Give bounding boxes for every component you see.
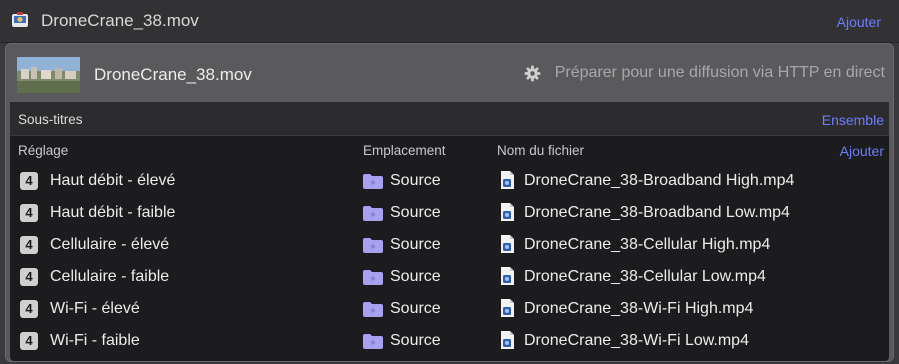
video-file-icon xyxy=(501,267,514,285)
prepare-http-live-option[interactable]: Préparer pour une diffusion via HTTP en … xyxy=(524,64,885,82)
table-row[interactable]: 4 Cellulaire - élevé Source DroneCrane_3… xyxy=(10,230,889,262)
location-value[interactable]: Source xyxy=(390,332,441,350)
window-title: DroneCrane_38.mov xyxy=(41,11,199,30)
folder-icon xyxy=(363,302,383,317)
add-output-button[interactable]: Ajouter xyxy=(840,143,884,159)
app-icon xyxy=(12,12,28,27)
setting-badge: 4 xyxy=(20,204,38,222)
setting-name: Wi-Fi - élevé xyxy=(50,300,140,317)
filename-value[interactable]: DroneCrane_38-Cellular Low.mp4 xyxy=(524,268,766,286)
location-value[interactable]: Source xyxy=(390,204,441,222)
setting-name: Wi-Fi - faible xyxy=(50,332,140,349)
location-value[interactable]: Source xyxy=(390,172,441,190)
prepare-http-live-label: Préparer pour une diffusion via HTTP en … xyxy=(554,64,885,81)
table-row[interactable]: 4 Cellulaire - faible Source DroneCrane_… xyxy=(10,262,889,294)
table-row[interactable]: 4 Haut débit - élevé Source DroneCrane_3… xyxy=(10,166,889,198)
setting-name: Haut débit - faible xyxy=(50,204,176,221)
table-row[interactable]: 4 Haut débit - faible Source DroneCrane_… xyxy=(10,198,889,230)
clip-header: DroneCrane_38.mov Préparer pour une diff… xyxy=(6,44,893,102)
gear-icon xyxy=(524,65,541,81)
video-file-icon xyxy=(501,171,514,189)
column-header-location: Emplacement xyxy=(363,143,446,158)
location-value[interactable]: Source xyxy=(390,236,441,254)
setting-name: Haut débit - élevé xyxy=(50,172,176,189)
filename-value[interactable]: DroneCrane_38-Wi-Fi High.mp4 xyxy=(524,300,753,318)
setting-name: Cellulaire - faible xyxy=(50,268,170,285)
outputs-table: Sous-titres Ensemble Réglage Emplacement… xyxy=(10,102,889,361)
location-value[interactable]: Source xyxy=(390,300,441,318)
subtitles-label: Sous-titres xyxy=(18,112,83,127)
table-header: Réglage Emplacement Nom du fichier Ajout… xyxy=(10,136,889,164)
clip-name: DroneCrane_38.mov xyxy=(94,65,252,84)
folder-icon xyxy=(363,206,383,221)
setting-badge: 4 xyxy=(20,268,38,286)
folder-icon xyxy=(363,334,383,349)
clip-thumbnail[interactable] xyxy=(17,57,80,93)
folder-icon xyxy=(363,270,383,285)
column-header-setting: Réglage xyxy=(18,143,69,158)
subtitles-set-button[interactable]: Ensemble xyxy=(822,112,884,128)
clip-panel: DroneCrane_38.mov Préparer pour une diff… xyxy=(5,43,894,362)
setting-badge: 4 xyxy=(20,236,38,254)
window-titlebar: DroneCrane_38.mov Ajouter xyxy=(0,0,899,43)
add-button[interactable]: Ajouter xyxy=(837,14,881,30)
filename-value[interactable]: DroneCrane_38-Wi-Fi Low.mp4 xyxy=(524,332,749,350)
setting-badge: 4 xyxy=(20,300,38,318)
setting-badge: 4 xyxy=(20,332,38,350)
video-file-icon xyxy=(501,235,514,253)
filename-value[interactable]: DroneCrane_38-Cellular High.mp4 xyxy=(524,236,770,254)
subtitles-row: Sous-titres Ensemble xyxy=(10,102,889,136)
folder-icon xyxy=(363,174,383,189)
video-file-icon xyxy=(501,331,514,349)
location-value[interactable]: Source xyxy=(390,268,441,286)
table-row[interactable]: 4 Wi-Fi - élevé Source DroneCrane_38-Wi-… xyxy=(10,294,889,326)
filename-value[interactable]: DroneCrane_38-Broadband High.mp4 xyxy=(524,172,794,190)
video-file-icon xyxy=(501,299,514,317)
setting-name: Cellulaire - élevé xyxy=(50,236,170,253)
table-row[interactable]: 4 Wi-Fi - faible Source DroneCrane_38-Wi… xyxy=(10,326,889,358)
table-body: 4 Haut débit - élevé Source DroneCrane_3… xyxy=(10,166,889,358)
video-file-icon xyxy=(501,203,514,221)
filename-value[interactable]: DroneCrane_38-Broadband Low.mp4 xyxy=(524,204,790,222)
setting-badge: 4 xyxy=(20,172,38,190)
column-header-filename: Nom du fichier xyxy=(497,143,585,158)
folder-icon xyxy=(363,238,383,253)
